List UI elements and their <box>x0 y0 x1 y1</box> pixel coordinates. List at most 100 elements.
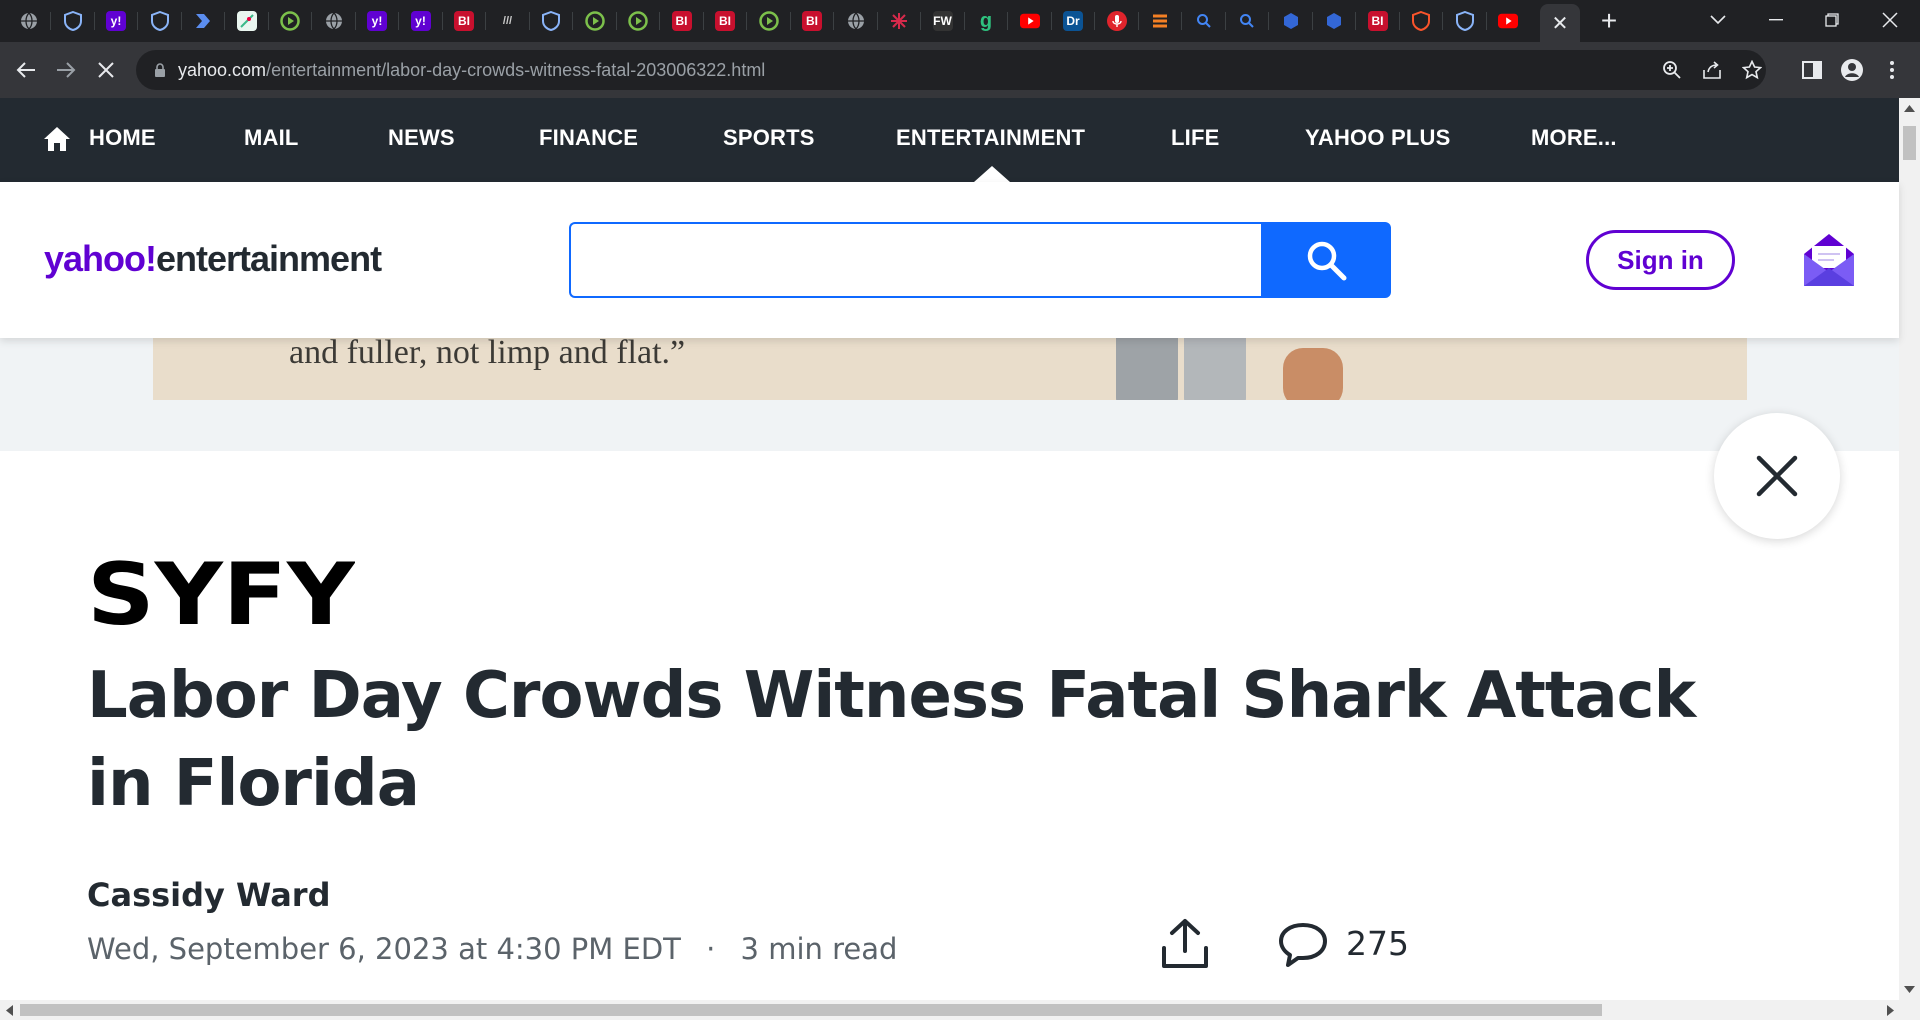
new-tab-button[interactable]: + <box>1594 5 1624 36</box>
browser-tab[interactable] <box>182 6 224 36</box>
browser-tab[interactable] <box>8 6 50 36</box>
browser-tab[interactable]: y! <box>400 6 442 36</box>
browser-tab[interactable] <box>1487 6 1529 36</box>
article-author[interactable]: Cassidy Ward <box>87 876 330 914</box>
article-date: Wed, September 6, 2023 at 4:30 PM EDT <box>87 932 681 966</box>
browser-tab[interactable]: /// <box>487 6 529 36</box>
browser-tab[interactable] <box>1139 6 1181 36</box>
browser-tab[interactable]: BI <box>1357 6 1399 36</box>
browser-tab[interactable] <box>1183 6 1225 36</box>
browser-tab[interactable]: y! <box>356 6 398 36</box>
advertisement-banner[interactable]: and fuller, not limp and flat.” <box>153 338 1747 400</box>
svg-text:SYFY: SYFY <box>87 560 355 628</box>
scroll-left-arrow-icon[interactable] <box>5 1005 13 1016</box>
stop-loading-icon[interactable] <box>90 54 122 86</box>
browser-tab[interactable] <box>269 6 311 36</box>
browser-tab[interactable] <box>1226 6 1268 36</box>
browser-tab[interactable] <box>1444 6 1486 36</box>
share-page-icon[interactable] <box>1696 54 1728 86</box>
nav-finance[interactable]: FINANCE <box>539 125 638 151</box>
browser-tab[interactable] <box>139 6 181 36</box>
browser-tab[interactable] <box>1400 6 1442 36</box>
lock-icon[interactable] <box>154 62 166 78</box>
sites-icon: FW <box>932 11 953 31</box>
browser-tab[interactable] <box>1009 6 1051 36</box>
nav-life[interactable]: LIFE <box>1171 125 1219 151</box>
nav-entertainment[interactable]: ENTERTAINMENT <box>896 125 1085 151</box>
nav-mail[interactable]: MAIL <box>244 125 299 151</box>
horizontal-scroll-thumb[interactable] <box>20 1004 1602 1016</box>
nav-news[interactable]: NEWS <box>388 125 455 151</box>
vertical-scroll-thumb[interactable] <box>1903 126 1916 160</box>
forward-icon[interactable] <box>50 54 82 86</box>
search-input[interactable] <box>569 222 1261 298</box>
browser-tab[interactable] <box>1096 6 1138 36</box>
syfy-publisher-logo[interactable]: SYFY <box>87 560 355 628</box>
tab-search-icon[interactable] <box>1690 0 1746 40</box>
comments-icon[interactable] <box>1278 922 1328 968</box>
search-icon <box>1194 11 1214 31</box>
browser-tab[interactable]: y! <box>95 6 137 36</box>
url-text[interactable]: yahoo.com/entertainment/labor-day-crowds… <box>178 60 765 81</box>
sign-in-button[interactable]: Sign in <box>1586 230 1735 290</box>
horizontal-scrollbar[interactable] <box>0 1000 1920 1020</box>
browser-tab[interactable] <box>574 6 616 36</box>
home-icon[interactable] <box>43 126 71 152</box>
yahoo-entertainment-logo[interactable]: yahoo!entertainment <box>44 238 382 280</box>
share-icon[interactable] <box>1160 918 1210 970</box>
browser-tab[interactable] <box>748 6 790 36</box>
play-icon <box>628 11 648 31</box>
restore-icon[interactable] <box>1804 0 1860 40</box>
article-headline: Labor Day Crowds Witness Fatal Shark Att… <box>87 659 1696 821</box>
back-icon[interactable] <box>10 54 42 86</box>
browser-tab[interactable]: Dr <box>1052 6 1094 36</box>
slashes-icon: /// <box>502 15 513 27</box>
bookmark-star-icon[interactable] <box>1736 54 1768 86</box>
comment-count[interactable]: 275 <box>1346 924 1409 963</box>
bi-icon: BI <box>802 11 822 31</box>
browser-tab[interactable] <box>226 6 268 36</box>
bi-icon: BI <box>715 11 735 31</box>
nav-more[interactable]: MORE... <box>1531 125 1617 151</box>
profile-icon[interactable] <box>1836 54 1868 86</box>
browser-tab[interactable]: BI <box>791 6 833 36</box>
scroll-up-arrow-icon[interactable] <box>1904 104 1915 112</box>
close-icon <box>1756 455 1798 497</box>
nav-home[interactable]: HOME <box>89 125 156 151</box>
browser-tab[interactable]: BI <box>661 6 703 36</box>
search-button[interactable] <box>1261 222 1391 298</box>
browser-menu-icon[interactable] <box>1876 54 1908 86</box>
browser-tab[interactable] <box>52 6 94 36</box>
close-ad-button[interactable] <box>1714 413 1840 539</box>
zoom-icon[interactable] <box>1656 54 1688 86</box>
side-panel-icon[interactable] <box>1796 54 1828 86</box>
browser-tab[interactable] <box>1270 6 1312 36</box>
window-close-icon[interactable] <box>1862 0 1918 40</box>
browser-tab[interactable] <box>1313 6 1355 36</box>
play-icon <box>584 11 605 31</box>
browser-tab[interactable] <box>313 6 355 36</box>
scroll-down-arrow-icon[interactable] <box>1904 986 1915 994</box>
scroll-right-arrow-icon[interactable] <box>1887 1005 1895 1016</box>
browser-tab[interactable]: g <box>965 6 1007 36</box>
tab-close-icon[interactable]: ✕ <box>1552 11 1569 36</box>
cube-icon <box>1324 11 1344 31</box>
browser-tab[interactable] <box>530 6 572 36</box>
browser-tab[interactable]: FW <box>922 6 964 36</box>
address-bar[interactable]: yahoo.com/entertainment/labor-day-crowds… <box>136 50 1766 90</box>
nav-sports[interactable]: SPORTS <box>723 125 815 151</box>
nav-yahoo-plus[interactable]: YAHOO PLUS <box>1305 125 1450 151</box>
browser-tab[interactable] <box>617 6 659 36</box>
browser-tab[interactable]: BI <box>443 6 485 36</box>
browser-tab[interactable]: BI <box>704 6 746 36</box>
browser-tab[interactable] <box>878 6 920 36</box>
browser-tab[interactable] <box>835 6 877 36</box>
active-tab[interactable]: ✕ <box>1540 4 1580 42</box>
dr-icon: Dr <box>1063 11 1083 31</box>
minimize-icon[interactable] <box>1748 0 1804 40</box>
search-icon <box>1237 11 1257 31</box>
mail-icon[interactable] <box>1802 232 1856 288</box>
vertical-scrollbar[interactable] <box>1899 98 1920 1000</box>
article-read-time: 3 min read <box>740 932 898 966</box>
browser-tab-strip: ✕ + y! y! y! BI /// BI BI BI FW g Dr BI <box>0 0 1920 42</box>
